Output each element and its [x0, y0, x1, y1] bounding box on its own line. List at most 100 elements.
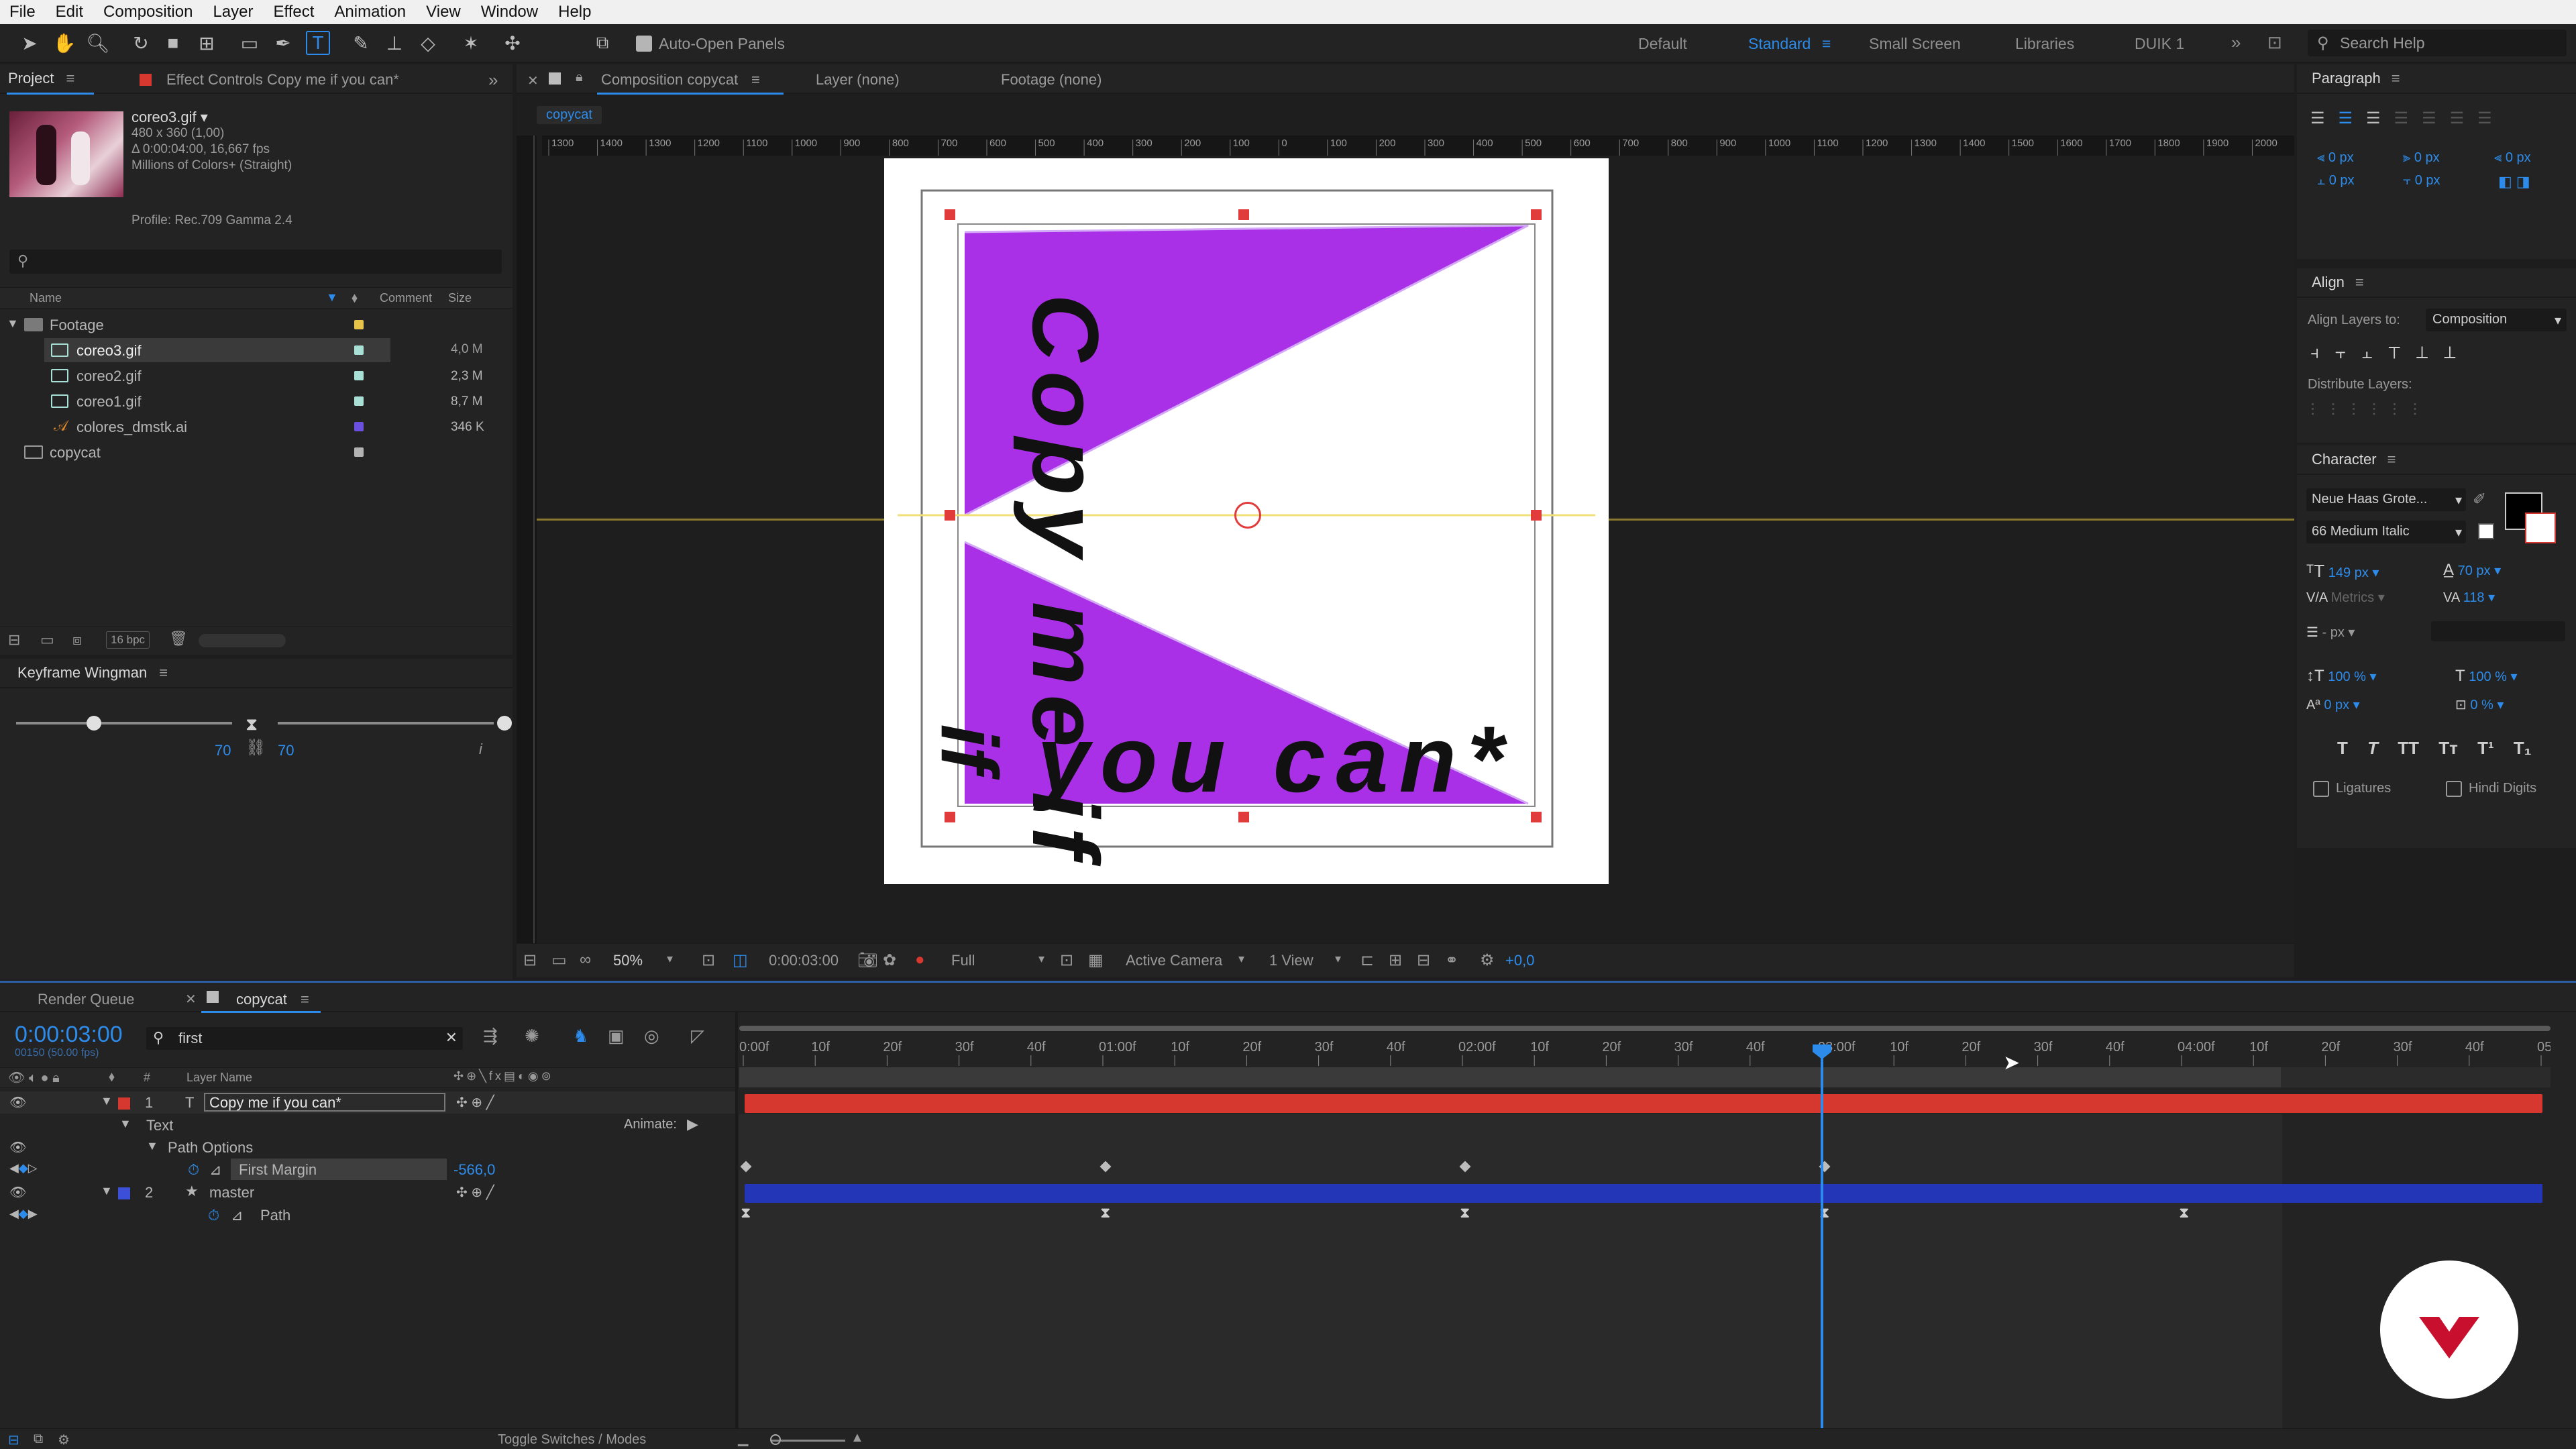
paragraph-align-buttons[interactable]: ☰☰☰☰☰☰☰ [2310, 109, 2506, 128]
layer-switch-icons[interactable]: ✣ ⊕ ╱ [456, 1184, 494, 1201]
chevron-right-icon[interactable]: » [488, 70, 498, 91]
panel-menu-icon[interactable]: ≡ [66, 70, 74, 87]
motion-blur-icon[interactable]: ◎ [644, 1026, 659, 1046]
faux-italic-button[interactable]: T [2367, 738, 2378, 758]
camera-tool-icon[interactable]: ■ [161, 31, 185, 55]
disclosure-triangle-icon[interactable]: ▼ [101, 1094, 113, 1108]
transparency-grid-icon[interactable]: ▦ [1088, 951, 1104, 970]
column-comment[interactable]: Comment [380, 291, 432, 305]
tsume-field[interactable]: ⊡ 0 % ▾ [2455, 696, 2504, 713]
label-color-swatch[interactable] [354, 320, 364, 329]
wingman-left-value[interactable]: 70 [215, 742, 231, 759]
indent-first[interactable]: ⫸ 0 px [2403, 150, 2440, 166]
exposure-reset-icon[interactable]: ⚙ [1480, 951, 1495, 970]
wingman-right-slider-track[interactable] [278, 722, 494, 724]
project-item-coreo3[interactable]: coreo3.gif [44, 338, 390, 362]
brush-tool-icon[interactable]: ✎ [349, 31, 373, 55]
wingman-right-slider-handle[interactable] [497, 716, 513, 731]
small-caps-button[interactable]: Tт [2438, 738, 2458, 758]
eyedropper-icon[interactable]: ✐ [2473, 490, 2486, 509]
vertical-scale-field[interactable]: ↕T 100 % ▾ [2306, 667, 2377, 686]
space-before[interactable]: ⫠ 0 px [2317, 173, 2355, 189]
distribute-buttons[interactable]: ⫶⫶⫶⫶⫶⫶ [2310, 400, 2433, 421]
font-family-dropdown[interactable]: Neue Haas Grote... ▾ [2306, 488, 2466, 511]
expand-in-out-icon[interactable]: ⚙ [58, 1432, 70, 1448]
menu-file[interactable]: File [9, 3, 36, 21]
fast-previews-icon[interactable]: ⊞ [1389, 951, 1402, 970]
layer-name-header[interactable]: Layer Name [186, 1071, 252, 1085]
transform-handle[interactable] [1531, 510, 1542, 521]
menu-animation[interactable]: Animation [334, 3, 406, 21]
tab-footage[interactable]: Footage (none) [1001, 71, 1102, 89]
transform-handle[interactable] [1531, 209, 1542, 220]
thumbnail-size-slider[interactable] [199, 634, 286, 647]
layer-switch-icons[interactable]: ✣ ⊕ ╱ [456, 1094, 494, 1111]
transform-handle[interactable] [1238, 209, 1249, 220]
stopwatch-icon[interactable]: ⏱︎ [208, 1207, 219, 1224]
resolution-dropdown[interactable]: Full [951, 952, 975, 969]
type-tool-icon[interactable]: T [306, 31, 330, 55]
align-buttons[interactable]: ⫞⫟⫠⊤⊥⊥ [2310, 342, 2472, 364]
menu-help[interactable]: Help [558, 3, 591, 21]
timeline-zoom-handle[interactable] [770, 1434, 781, 1445]
timeline-path-options[interactable]: 👁︎ ▼ Path Options [0, 1136, 735, 1159]
graph-icon[interactable]: ⊿ [209, 1161, 221, 1179]
interpret-footage-icon[interactable]: ⊟ [8, 631, 20, 649]
visibility-eye-icon[interactable]: 👁︎ [9, 1139, 26, 1156]
chevron-down-icon[interactable]: ▾ [1038, 952, 1044, 966]
search-help-input[interactable]: ⚲ Search Help [2308, 30, 2567, 56]
info-icon[interactable]: i [479, 741, 482, 758]
puppet-pin-tool-icon[interactable]: ✣ [500, 31, 525, 55]
horizontal-scale-field[interactable]: T 100 % ▾ [2455, 667, 2518, 686]
keyframe-first-margin[interactable] [740, 1161, 752, 1173]
label-color-swatch[interactable] [354, 371, 364, 380]
menu-edit[interactable]: Edit [56, 3, 83, 21]
project-tab[interactable]: Project [8, 70, 54, 87]
zoom-dropdown[interactable]: 50% [613, 952, 643, 969]
workspace-libraries[interactable]: Libraries [2015, 35, 2074, 53]
timeline-icon[interactable]: ⊟ [1417, 951, 1430, 970]
panel-menu-icon[interactable]: ≡ [751, 71, 760, 89]
pan-behind-tool-icon[interactable]: ⊞ [195, 31, 219, 55]
selection-tool-icon[interactable]: ➤ [17, 31, 42, 55]
label-color-swatch[interactable] [354, 422, 364, 431]
expand-transfer-icon[interactable]: ⧉ [34, 1432, 43, 1447]
monitor-icon[interactable]: ▭ [551, 951, 567, 970]
kerning-field[interactable]: V/A Metrics ▾ [2306, 589, 2385, 606]
workspace-duik[interactable]: DUIK 1 [2135, 35, 2184, 53]
label-color-swatch[interactable] [354, 345, 364, 355]
comp-mini-flowchart-icon[interactable]: ⇶ [483, 1026, 498, 1046]
work-area-range[interactable] [739, 1067, 2282, 1087]
auto-open-checkbox[interactable] [636, 36, 652, 52]
panel-toggle-icon[interactable]: ⧉ [590, 31, 614, 55]
roto-brush-tool-icon[interactable]: ✶ [459, 31, 483, 55]
first-margin-value[interactable]: -566,0 [453, 1161, 495, 1179]
keyframe-path[interactable]: ⧗ [741, 1204, 751, 1222]
work-area-bar[interactable] [739, 1022, 2551, 1035]
render-time-icon[interactable]: ⊟ [8, 1432, 19, 1448]
align-title[interactable]: Align [2312, 274, 2345, 291]
eraser-tool-icon[interactable]: ◇ [416, 31, 440, 55]
disclosure-triangle-icon[interactable]: ▼ [101, 1184, 113, 1198]
exposure-value[interactable]: +0,0 [1505, 952, 1534, 969]
layer-name[interactable]: master [209, 1184, 254, 1201]
tab-layer[interactable]: Layer (none) [816, 71, 900, 89]
leading-field[interactable]: A̲ 70 px ▾ [2443, 561, 2501, 580]
timeline-first-margin[interactable]: ◀◆▷ ⏱︎ ⊿ First Margin -566,0 [0, 1159, 735, 1181]
chevron-down-icon[interactable]: ▾ [1335, 952, 1341, 966]
wingman-right-value[interactable]: 70 [278, 742, 294, 759]
stroke-color-swatch[interactable] [2525, 513, 2556, 543]
safe-margins-icon[interactable]: ⊡ [702, 951, 715, 970]
horizontal-path-text[interactable]: you can* [1037, 712, 1515, 806]
keyframe-path[interactable]: ⧗ [1460, 1204, 1470, 1222]
toggle-switches-modes[interactable]: Toggle Switches / Modes [498, 1432, 646, 1448]
keyframe-first-margin[interactable] [1459, 1161, 1471, 1173]
graph-editor-icon[interactable]: ◸ [691, 1026, 704, 1046]
keyframe-navigator-icon[interactable]: ◀◆▷ [9, 1161, 38, 1175]
faux-bold-button[interactable]: T [2337, 738, 2348, 758]
camera-dropdown[interactable]: Active Camera [1126, 952, 1222, 969]
keyframe-navigator-icon[interactable]: ◀◆▶ [9, 1207, 38, 1221]
sync-settings-icon[interactable]: ⊡ [2267, 32, 2282, 53]
pen-tool-icon[interactable]: ✒ [271, 31, 295, 55]
indent-right[interactable]: ⫷ 0 px [2494, 150, 2531, 166]
